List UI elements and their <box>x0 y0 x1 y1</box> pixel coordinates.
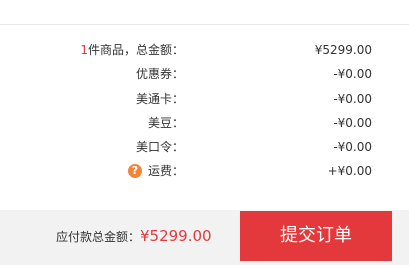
shipping-label: 运费： <box>147 164 184 178</box>
summary-row-beans: 美豆： -¥0.00 <box>0 111 409 135</box>
divider <box>0 24 409 25</box>
coupon-label: 优惠券： <box>135 67 184 81</box>
summary-row-coupon: 优惠券： -¥0.00 <box>0 62 409 86</box>
payable-total-amount: ¥5299.00 <box>140 227 212 245</box>
gift-card-value: -¥0.00 <box>333 92 372 106</box>
goods-total-value: ¥5299.00 <box>314 43 372 57</box>
submit-order-button[interactable]: 提交订单 <box>240 211 392 261</box>
summary-row-shipping: ? 运费： +¥0.00 <box>0 159 409 183</box>
beans-value: -¥0.00 <box>333 116 372 130</box>
password-value: -¥0.00 <box>333 140 372 154</box>
goods-count: 1 <box>80 43 88 57</box>
password-label: 美口令： <box>135 140 184 154</box>
summary-row-gift-card: 美通卡： -¥0.00 <box>0 87 409 111</box>
summary-row-password: 美口令： -¥0.00 <box>0 135 409 159</box>
shipping-value: +¥0.00 <box>327 164 372 178</box>
beans-label: 美豆： <box>147 116 184 130</box>
gift-card-label: 美通卡： <box>135 92 184 106</box>
question-icon[interactable]: ? <box>128 164 142 178</box>
goods-total-label: 1件商品，总金额： <box>80 43 184 57</box>
coupon-value: -¥0.00 <box>333 67 372 81</box>
order-summary-page: 1件商品，总金额： ¥5299.00 优惠券： -¥0.00 美通卡： -¥0.… <box>0 0 409 265</box>
summary-row-goods-total: 1件商品，总金额： ¥5299.00 <box>0 38 409 62</box>
payable-total-label: 应付款总金额： <box>56 230 141 244</box>
checkout-footer: 应付款总金额： ¥5299.00 提交订单 <box>0 210 409 265</box>
